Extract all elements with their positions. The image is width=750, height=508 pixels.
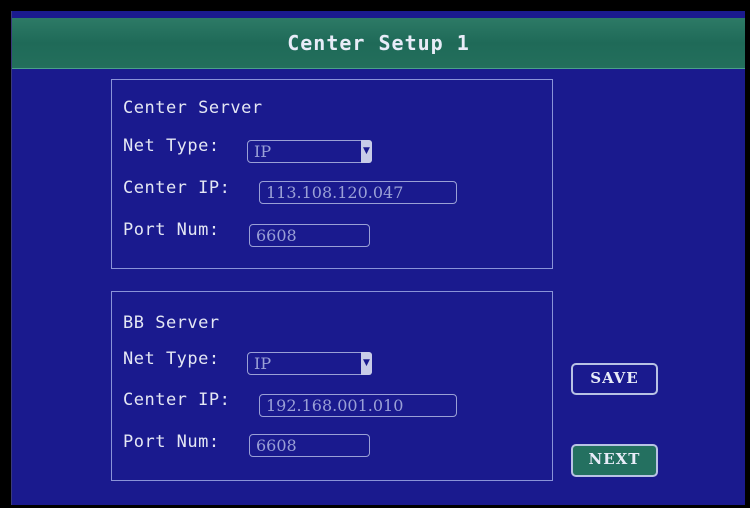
chevron-down-icon[interactable]: ▼ <box>361 352 372 375</box>
center-ip-input[interactable]: 192.168.001.010 <box>259 394 457 417</box>
port-num-label: Port Num: <box>123 432 220 452</box>
net-type-select[interactable]: IP ▼ <box>247 352 372 375</box>
net-type-value: IP <box>254 142 272 161</box>
chevron-down-icon[interactable]: ▼ <box>361 140 372 163</box>
net-type-label: Net Type: <box>123 349 220 369</box>
bb-server-group: BB Server Net Type: IP ▼ Center IP: 192.… <box>111 291 553 481</box>
next-button[interactable]: NEXT <box>571 444 658 477</box>
center-server-group: Center Server Net Type: IP ▼ Center IP: … <box>111 79 553 269</box>
center-ip-label: Center IP: <box>123 390 231 410</box>
save-button[interactable]: SAVE <box>571 363 658 395</box>
net-type-value: IP <box>254 354 272 373</box>
center-ip-input[interactable]: 113.108.120.047 <box>259 181 457 204</box>
bb-server-heading: BB Server <box>123 313 220 333</box>
center-server-heading: Center Server <box>123 98 263 118</box>
net-type-label: Net Type: <box>123 136 220 156</box>
title-bar: Center Setup 1 <box>12 18 745 69</box>
port-num-input[interactable]: 6608 <box>249 224 370 247</box>
setup-screen: Center Setup 1 Center Server Net Type: I… <box>11 11 745 505</box>
page-title: Center Setup 1 <box>287 31 470 55</box>
net-type-select[interactable]: IP ▼ <box>247 140 372 163</box>
port-num-label: Port Num: <box>123 220 220 240</box>
port-num-input[interactable]: 6608 <box>249 434 370 457</box>
center-ip-label: Center IP: <box>123 178 231 198</box>
